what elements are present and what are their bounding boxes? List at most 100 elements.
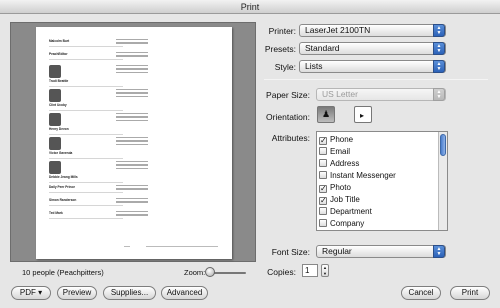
printer-value: LaserJet 2100TN <box>305 25 371 35</box>
preview-entry-details <box>116 198 148 205</box>
preview-entry-details <box>116 65 148 75</box>
preview-entry: Malcolm Burt <box>49 39 123 47</box>
print-button[interactable]: Print <box>450 286 490 300</box>
print-dialog: Print Malcolm Burt PeachEditor Trudi Beatt… <box>0 0 500 308</box>
print-preview: Malcolm Burt PeachEditor Trudi Beattie Clin… <box>10 22 256 262</box>
attribute-label: Address <box>330 159 360 168</box>
presets-popup[interactable]: Standard ▲ ▼ <box>299 42 446 55</box>
orientation-label: Orientation: <box>266 112 310 122</box>
font-size-label: Font Size: <box>271 247 310 257</box>
preview-entry-rule <box>49 86 123 87</box>
popup-arrows-icon: ▲ ▼ <box>433 245 445 258</box>
attribute-row[interactable]: ✓ Job Title <box>319 194 360 205</box>
preview-entry-name: Simon Randerson <box>49 198 77 202</box>
attribute-row[interactable]: Instant Messenger <box>319 170 396 181</box>
preview-entry-rule <box>49 158 123 159</box>
contact-photo-icon <box>49 137 61 150</box>
attribute-row[interactable]: Email <box>319 146 350 157</box>
checkbox-icon[interactable] <box>319 159 327 167</box>
contact-photo-icon <box>49 89 61 102</box>
advanced-button[interactable]: Advanced <box>161 286 208 300</box>
checkbox-icon[interactable] <box>319 147 327 155</box>
printer-label: Printer: <box>268 26 296 36</box>
preview-entry: Simon Randerson <box>49 198 123 206</box>
style-value: Lists <box>305 61 323 71</box>
attributes-list[interactable]: ✓ Phone Email Address Instant Messenger ✓ Phot… <box>316 131 448 231</box>
preview-entry-details <box>116 137 148 147</box>
zoom-slider-knob[interactable] <box>205 267 215 277</box>
preview-entry-rule <box>49 182 123 183</box>
preview-entry-rule <box>49 59 123 60</box>
window-title: Print <box>0 0 500 14</box>
portrait-person-icon: ♟ <box>322 109 331 119</box>
attribute-label: Company <box>330 219 365 228</box>
preview-entry-details <box>116 185 148 192</box>
preview-entry-name: Clint Ucoby <box>49 103 67 107</box>
page-number-line <box>124 246 130 248</box>
attribute-row[interactable]: ✓ Phone <box>319 134 353 145</box>
preview-entry-rule <box>49 110 123 111</box>
preview-entry: Ted Mark <box>49 211 123 219</box>
attribute-label: Email <box>330 147 351 156</box>
preview-entry-details <box>116 211 148 218</box>
preview-entry-name: Daily Peer Prince <box>49 185 76 189</box>
attribute-row[interactable]: Address <box>319 158 359 169</box>
preview-entry-details <box>116 89 148 99</box>
preview-button[interactable]: Preview <box>57 286 97 300</box>
preview-entry: Daily Peer Prince <box>49 185 123 193</box>
attribute-row[interactable]: Department <box>319 206 372 217</box>
orientation-landscape-button[interactable]: ▸ <box>354 106 372 123</box>
style-popup[interactable]: Lists ▲ ▼ <box>299 60 446 73</box>
contact-photo-icon <box>49 65 61 78</box>
page-footer-line <box>146 246 218 248</box>
attributes-scrollbar[interactable] <box>438 132 447 230</box>
preview-entry-rule <box>49 134 123 135</box>
popup-arrows-icon: ▲ ▼ <box>433 60 445 73</box>
checkbox-icon[interactable] <box>319 171 327 179</box>
preview-entry-rule <box>49 192 123 193</box>
scrollbar-thumb[interactable] <box>440 134 446 156</box>
preview-entry: Victor Gavenda <box>49 137 123 159</box>
landscape-person-icon: ▸ <box>360 111 365 120</box>
attribute-label: Instant Messenger <box>330 171 396 180</box>
copies-label: Copies: <box>267 267 296 277</box>
contact-photo-icon <box>49 113 61 126</box>
font-size-popup[interactable]: Regular ▲ ▼ <box>316 245 446 258</box>
preview-entry-name: PeachEditor <box>49 52 68 56</box>
pdf-button[interactable]: PDF ▾ <box>11 286 51 300</box>
paper-size-popup[interactable]: US Letter ▲ ▼ <box>316 88 446 101</box>
contact-photo-icon <box>49 161 61 174</box>
preview-entry-details <box>116 52 148 59</box>
preview-entry-name: Debbie Jeang Mills <box>49 175 78 179</box>
checkbox-checked-icon[interactable]: ✓ <box>319 185 327 193</box>
supplies-button[interactable]: Supplies... <box>103 286 156 300</box>
preview-entry-name: Victor Gavenda <box>49 151 73 155</box>
checkbox-checked-icon[interactable]: ✓ <box>319 137 327 145</box>
checkbox-icon[interactable] <box>319 219 327 227</box>
orientation-portrait-button[interactable]: ♟ <box>317 106 335 123</box>
attribute-label: Photo <box>330 183 351 192</box>
popup-arrows-icon: ▲ ▼ <box>433 42 445 55</box>
attribute-label: Phone <box>330 135 354 144</box>
attribute-label: Job Title <box>330 195 360 204</box>
attribute-row[interactable]: ✓ Photo <box>319 182 351 193</box>
checkbox-checked-icon[interactable]: ✓ <box>319 197 327 205</box>
paper-size-label: Paper Size: <box>266 90 310 100</box>
copies-stepper[interactable]: ▲ ▼ <box>321 264 329 277</box>
preview-entry-rule <box>49 46 123 47</box>
preview-entry: Debbie Jeang Mills <box>49 161 123 183</box>
paper-size-value: US Letter <box>322 89 358 99</box>
divider <box>264 79 488 80</box>
copies-field[interactable]: 1 <box>302 264 318 277</box>
preview-entry-rule <box>49 205 123 206</box>
zoom-label: Zoom: <box>184 268 206 277</box>
printer-popup[interactable]: LaserJet 2100TN ▲ ▼ <box>299 24 446 37</box>
preview-entry: PeachEditor <box>49 52 123 60</box>
attribute-row[interactable]: Company <box>319 218 364 229</box>
checkbox-icon[interactable] <box>319 207 327 215</box>
style-label: Style: <box>274 62 296 72</box>
preview-entry: Trudi Beattie <box>49 65 123 87</box>
preview-entry-name: Henry Devon <box>49 127 69 131</box>
preview-entry-name: Trudi Beattie <box>49 79 69 83</box>
cancel-button[interactable]: Cancel <box>401 286 441 300</box>
